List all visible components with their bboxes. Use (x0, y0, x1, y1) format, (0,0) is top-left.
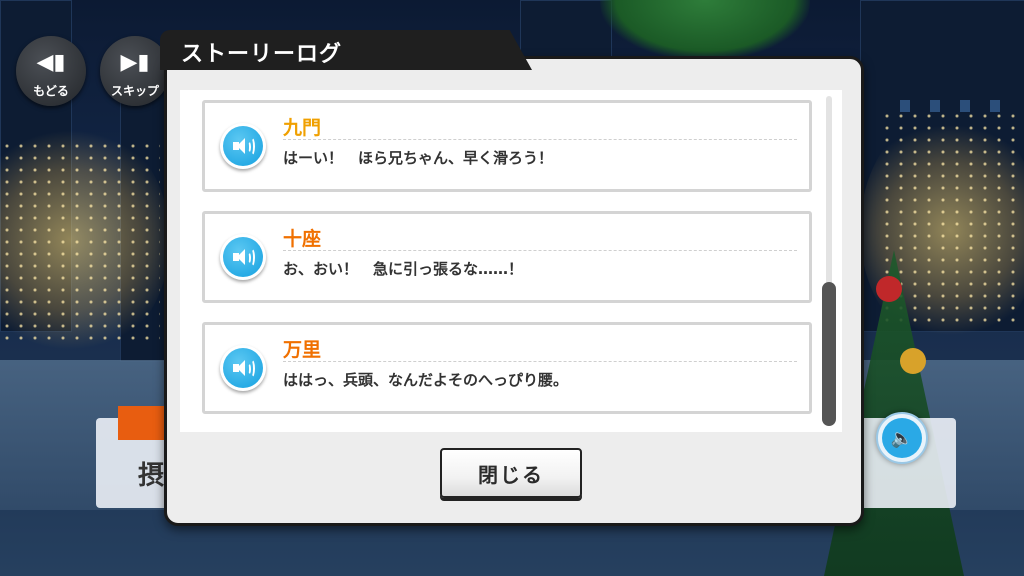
dialogue-text: はーい！ ほら兄ちゃん、早く滑ろう！ (283, 149, 554, 167)
scrollbar-thumb[interactable] (822, 282, 836, 426)
wreath-decoration (600, 0, 810, 60)
back-button[interactable]: ◀▮ もどる (16, 36, 86, 106)
speaker-icon (232, 137, 255, 156)
rewind-icon: ◀▮ (36, 50, 66, 75)
string-lights (0, 140, 160, 340)
log-entry: 九門 はーい！ ほら兄ちゃん、早く滑ろう！ (202, 100, 812, 192)
voice-toggle-button[interactable]: 🔈 (876, 412, 928, 464)
background-name-tag (118, 406, 168, 440)
log-entry: 万里 ははっ、兵頭、なんだよそのへっぴり腰。 (202, 322, 812, 414)
speaker-name: 万里 (283, 339, 322, 361)
voice-play-button[interactable] (220, 345, 266, 391)
log-entry: 十座 お、おい！ 急に引っ張るな……！ (202, 211, 812, 303)
dialogue-text: ははっ、兵頭、なんだよそのへっぴり腰。 (283, 371, 569, 389)
ornament (900, 348, 926, 374)
voice-play-button[interactable] (220, 234, 266, 280)
speaker-name: 十座 (283, 228, 322, 250)
entry-divider (283, 250, 797, 251)
background-name-char: 摂 (138, 461, 165, 491)
speaker-name: 九門 (283, 117, 322, 139)
dialog-title: ストーリーログ (181, 42, 343, 67)
speaker-icon (232, 359, 255, 378)
entry-divider (283, 139, 797, 140)
speaker-icon (232, 248, 255, 267)
back-button-label: もどる (33, 84, 69, 98)
dialogue-text: お、おい！ 急に引っ張るな……！ (283, 260, 524, 278)
entry-divider (283, 361, 797, 362)
skip-button[interactable]: ▶▮ スキップ (100, 36, 170, 106)
speaker-icon: 🔈 (882, 418, 922, 458)
close-button[interactable]: 閉じる (440, 448, 582, 498)
ornament (876, 276, 902, 302)
skip-button-label: スキップ (110, 84, 159, 98)
skip-forward-icon: ▶▮ (120, 50, 150, 75)
voice-play-button[interactable] (220, 123, 266, 169)
